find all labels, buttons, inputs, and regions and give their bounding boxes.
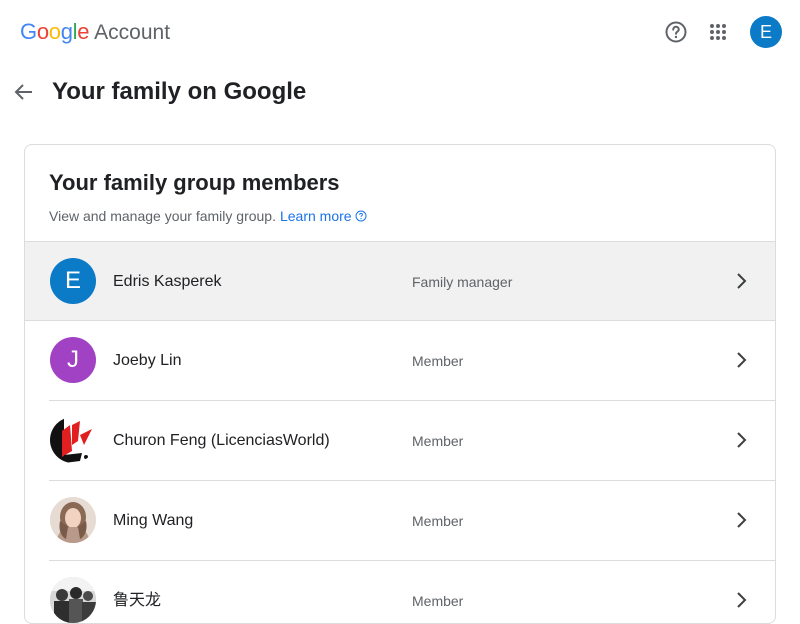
member-row[interactable]: E Edris Kasperek Family manager — [25, 241, 775, 321]
family-members-card: Your family group members View and manag… — [24, 144, 776, 624]
member-name: Churon Feng (LicenciasWorld) — [113, 432, 330, 449]
member-list: E Edris Kasperek Family manager J Joeby … — [25, 241, 775, 623]
top-bar: G o o g l e Account E — [0, 0, 800, 64]
person-photo-icon — [50, 497, 96, 543]
chevron-right-icon — [737, 352, 747, 368]
card-description: View and manage your family group. Learn… — [49, 207, 367, 225]
member-avatar-photo — [50, 577, 96, 623]
logo-avatar-icon — [50, 417, 96, 463]
member-row[interactable]: 鲁天龙 Member — [25, 561, 775, 623]
chevron-right-icon — [737, 512, 747, 528]
help-button[interactable] — [660, 16, 692, 48]
member-role: Family manager — [412, 274, 513, 290]
member-avatar: E — [50, 258, 96, 304]
arrow-back-icon — [14, 84, 32, 100]
member-row[interactable]: J Joeby Lin Member — [25, 321, 775, 401]
logo-letter: o — [48, 19, 61, 44]
member-name: Joeby Lin — [113, 352, 182, 369]
member-role: Member — [412, 593, 464, 609]
chevron-right-icon — [737, 592, 747, 608]
logo-letter: o — [36, 19, 49, 44]
google-account-logo[interactable]: G o o g l e Account — [20, 19, 170, 46]
member-avatar: J — [50, 337, 96, 383]
member-name: Ming Wang — [113, 512, 194, 529]
help-small-icon — [355, 210, 367, 222]
logo-letter: g — [60, 19, 73, 44]
apps-grid-icon — [710, 24, 726, 40]
learn-more-label: Learn more — [279, 208, 352, 224]
member-role: Member — [412, 353, 464, 369]
chevron-right-icon — [737, 432, 747, 448]
logo-letter: e — [77, 19, 90, 44]
member-name: Edris Kasperek — [113, 273, 222, 290]
member-avatar-photo — [50, 497, 96, 543]
member-role: Member — [412, 433, 464, 449]
learn-more-link[interactable]: Learn more — [280, 207, 367, 225]
help-circle-icon — [665, 21, 687, 43]
group-photo-icon — [50, 577, 96, 623]
description-text: View and manage your family group. — [49, 208, 276, 224]
member-name: 鲁天龙 — [113, 592, 162, 609]
account-avatar[interactable]: E — [750, 16, 782, 48]
member-row[interactable]: Ming Wang Member — [25, 481, 775, 561]
card-title: Your family group members — [49, 170, 340, 195]
page-title: Your family on Google — [52, 78, 307, 105]
member-avatar-photo — [50, 417, 96, 463]
member-role: Member — [412, 513, 464, 529]
product-name: Account — [94, 21, 171, 44]
apps-button[interactable] — [702, 16, 734, 48]
chevron-right-icon — [737, 273, 747, 289]
logo-letter: G — [20, 19, 37, 44]
back-button[interactable] — [8, 76, 40, 108]
member-row[interactable]: Churon Feng (LicenciasWorld) Member — [25, 401, 775, 481]
